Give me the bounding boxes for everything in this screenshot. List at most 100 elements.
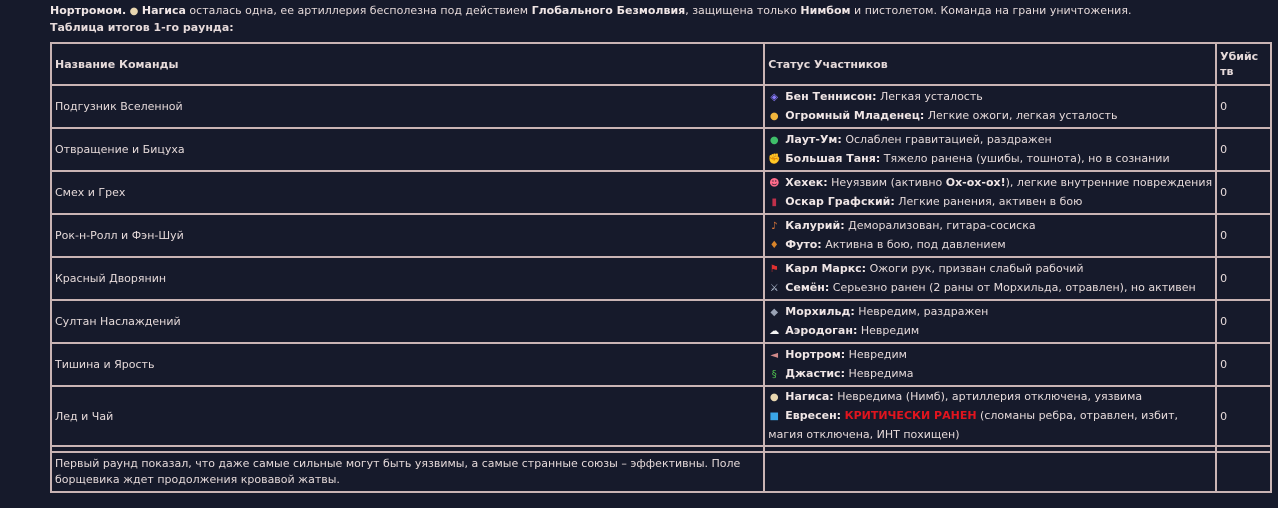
member-name: Хехек: xyxy=(785,175,828,189)
kills-cell: 0 xyxy=(1216,171,1271,214)
member-status: ◄ Нортром: Невредим xyxy=(768,346,1212,365)
member-name: Карл Маркс: xyxy=(785,261,867,275)
status-cell: ◄ Нортром: Невредим § Джастис: Невредима xyxy=(764,343,1217,386)
member-status: ● Лаут-Ум: Ослаблен гравитацией, раздраже… xyxy=(768,131,1212,150)
kills-cell: 0 xyxy=(1216,128,1271,171)
kills-cell: 0 xyxy=(1216,85,1271,128)
table-row: Красный Дворянин ⚑ Карл Маркс: Ожоги рук, … xyxy=(51,257,1271,300)
member-name: Бен Теннисон: xyxy=(785,89,877,103)
status-cell: ♪ Калурий: Деморализован, гитара-сосиска ♦… xyxy=(764,214,1217,257)
member-status-highlight: Ох-ох-ох! xyxy=(945,175,1006,189)
flexed-biceps-icon: ✊ xyxy=(768,153,781,165)
kills-cell: 0 xyxy=(1216,214,1271,257)
table-row: Смех и Грех ☻ Хехек: Неуязвим (активно Ох-… xyxy=(51,171,1271,214)
empty-cell xyxy=(1216,452,1271,492)
member-name: Калурий: xyxy=(785,218,845,232)
intro-shield: Нимбом xyxy=(800,4,851,17)
member-status: ● Нагиса: Невредима (Нимб), артиллерия от… xyxy=(768,388,1212,407)
critical-status: КРИТИЧЕСКИ РАНЕН xyxy=(844,409,977,422)
round-results-table: Название Команды Статус Участников Убийс… xyxy=(50,42,1272,493)
status-cell: ◈ Бен Теннисон: Легкая усталость ● Огромный… xyxy=(764,85,1217,128)
member-status-text: Ослаблен гравитацией, раздражен xyxy=(845,132,1052,146)
member-status: ■ Евресен: КРИТИЧЕСКИ РАНЕН (сломаны ребр… xyxy=(768,407,1212,444)
member-status-text: ), легкие внутренние повреждения xyxy=(1005,175,1213,189)
member-status-text: Невредима xyxy=(848,366,914,380)
status-cell: ⚑ Карл Маркс: Ожоги рук, призван слабый р… xyxy=(764,257,1217,300)
table-row: Рок-н-Ролл и Фэн-Шуй ♪ Калурий: Деморализо… xyxy=(51,214,1271,257)
crossed-swords-icon: ⚔ xyxy=(769,282,779,294)
team-name-cell: Красный Дворянин xyxy=(51,257,765,300)
header-status: Статус Участников xyxy=(764,43,1217,85)
intro-lead-name: Нортромом. xyxy=(50,4,127,17)
member-name: Огромный Младенец: xyxy=(785,108,925,122)
top-hat-icon: ▮ xyxy=(771,196,778,208)
empty-cell xyxy=(764,452,1217,492)
team-name-cell: Султан Наслаждений xyxy=(51,300,765,343)
red-flag-icon: ⚑ xyxy=(769,263,779,275)
header-team: Название Команды xyxy=(51,43,765,85)
table-caption: Таблица итогов 1-го раунда: xyxy=(50,21,234,34)
summary-cell: Первый раунд показал, что даже самые сил… xyxy=(51,452,765,492)
kills-cell: 0 xyxy=(1216,343,1271,386)
summary-row: Первый раунд показал, что даже самые сил… xyxy=(51,452,1271,492)
member-name: Лаут-Ум: xyxy=(785,132,842,146)
member-name: Футо: xyxy=(785,237,822,251)
member-name: Оскар Графский: xyxy=(785,194,895,208)
member-status-text: Невредима (Нимб), артиллерия отключена, … xyxy=(837,390,1143,403)
member-status: ⚑ Карл Маркс: Ожоги рук, призван слабый р… xyxy=(768,260,1212,279)
team-name-cell: Смех и Грех xyxy=(51,171,765,214)
table-row: Подгузник Вселенной ◈ Бен Теннисон: Легкая… xyxy=(51,85,1271,128)
status-cell: ● Нагиса: Невредима (Нимб), артиллерия от… xyxy=(764,386,1217,446)
member-status-text: Деморализован, гитара-сосиска xyxy=(848,218,1036,232)
status-cell: ◆ Морхильд: Невредим, раздражен ☁ Аэродоган… xyxy=(764,300,1217,343)
intro-text-3: и пистолетом. Команда на грани уничтожен… xyxy=(850,4,1132,17)
status-cell: ☻ Хехек: Неуязвим (активно Ох-ох-ох!), ле… xyxy=(764,171,1217,214)
member-status: ♪ Калурий: Деморализован, гитара-сосиска xyxy=(768,217,1212,236)
member-status-text: Невредим, раздражен xyxy=(858,304,989,318)
lemon-icon: ● xyxy=(769,392,779,403)
member-status: ♦ Футо: Активна в бою, под давлением xyxy=(768,236,1212,255)
member-status-text: Легкие ожоги, легкая усталость xyxy=(927,108,1118,122)
member-name: Большая Таня: xyxy=(785,151,881,165)
header-kills: Убийс тв xyxy=(1216,43,1271,85)
member-status: ▮ Оскар Графский: Легкие ранения, активен… xyxy=(768,193,1212,212)
team-name-cell: Отвращение и Бицуха xyxy=(51,128,765,171)
ice-cube-icon: ■ xyxy=(769,411,779,422)
kills-cell: 0 xyxy=(1216,386,1271,446)
intro-spell: Глобального Безмолвия xyxy=(531,4,686,17)
member-status-text: Легкие ранения, активен в бою xyxy=(898,194,1083,208)
member-status-text: Легкая усталость xyxy=(880,89,983,103)
guitar-icon: ♪ xyxy=(771,220,778,232)
member-name: Джастис: xyxy=(785,366,845,380)
member-status-text: Невредим xyxy=(848,347,907,361)
member-status-text: Серьезно ранен (2 раны от Морхильда, отр… xyxy=(832,280,1196,294)
intro-paragraph: Нортромом. ● Нагиса осталась одна, ее ар… xyxy=(50,2,1270,21)
muted-speaker-icon: ◄ xyxy=(770,349,779,361)
team-name-cell: Рок-н-Ролл и Фэн-Шуй xyxy=(51,214,765,257)
member-status-text: Тяжело ранена (ушибы, тошнота), но в соз… xyxy=(883,151,1170,165)
member-status: ☁ Аэродоган: Невредим xyxy=(768,322,1212,341)
intro-text-2: , защищена только xyxy=(685,4,801,17)
clown-face-icon: ☻ xyxy=(769,177,780,189)
member-status: ● Огромный Младенец: Легкие ожоги, легкая… xyxy=(768,107,1212,126)
intro-text-1: осталась одна, ее артиллерия бесполезна … xyxy=(185,4,532,17)
member-status-text: Невредим xyxy=(860,323,920,337)
member-status: ☻ Хехек: Неуязвим (активно Ох-ох-ох!), ле… xyxy=(768,174,1212,193)
table-row: Отвращение и Бицуха ● Лаут-Ум: Ослаблен гр… xyxy=(51,128,1271,171)
member-name: Нагиса: xyxy=(785,390,834,403)
lemon-icon: ● xyxy=(129,6,139,17)
table-header-row: Название Команды Статус Участников Убийс… xyxy=(51,43,1271,85)
kills-cell: 0 xyxy=(1216,257,1271,300)
member-status: ⚔ Семён: Серьезно ранен (2 раны от Морхил… xyxy=(768,279,1212,298)
member-status: ◈ Бен Теннисон: Легкая усталость xyxy=(768,88,1212,107)
alien-face-icon: ● xyxy=(769,134,779,146)
member-name: Морхильд: xyxy=(785,304,855,318)
member-name: Аэродоган: xyxy=(785,323,858,337)
member-name: Евресен: xyxy=(785,409,842,422)
member-status: ✊ Большая Таня: Тяжело ранена (ушибы, тош… xyxy=(768,150,1212,169)
intro-name: Нагиса xyxy=(141,4,186,17)
table-row: Лед и Чай ● Нагиса: Невредима (Нимб), арти… xyxy=(51,386,1271,446)
member-name: Нортром: xyxy=(785,347,846,361)
status-cell: ● Лаут-Ум: Ослаблен гравитацией, раздраже… xyxy=(764,128,1217,171)
member-name: Семён: xyxy=(785,280,830,294)
